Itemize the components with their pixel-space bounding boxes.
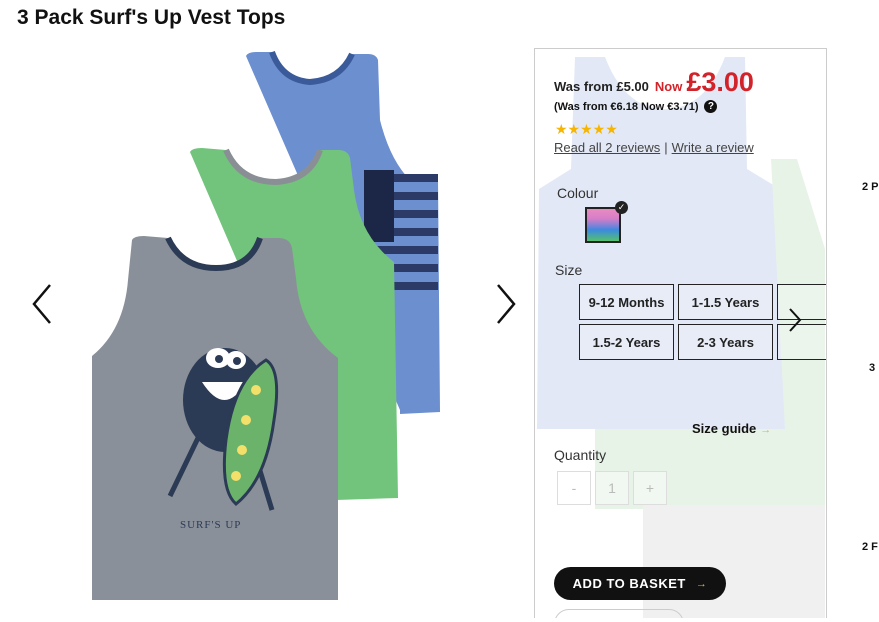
size-option-9-12-months[interactable]: 9-12 Months (579, 284, 674, 320)
arrow-right-icon: → (760, 424, 772, 436)
add-to-basket-label: ADD TO BASKET (572, 576, 686, 591)
quantity-input[interactable]: 1 (595, 471, 629, 505)
quantity-label: Quantity (554, 447, 607, 463)
size-label: Size (555, 262, 583, 278)
chevron-left-icon (32, 284, 51, 324)
write-review-link[interactable]: Write a review (672, 140, 754, 155)
price-row: Was from £5.00 Now £3.00 (554, 67, 754, 98)
size-guide-text: Size guide (692, 421, 757, 436)
edge-text-a: 2 P (862, 181, 879, 193)
product-image-gallery: SURF'S UP (20, 40, 525, 617)
quantity-stepper: - 1 + (557, 471, 667, 505)
size-option-1-1.5-years[interactable]: 1-1.5 Years (678, 284, 773, 320)
quantity-decrease-button[interactable]: - (557, 471, 591, 505)
reviews-links: Read all 2 reviews | Write a review (554, 140, 754, 155)
euro-price-row: (Was from €6.18 Now €3.71) ? (554, 100, 718, 113)
gallery-next-button[interactable] (490, 281, 520, 327)
review-separator: | (664, 140, 668, 155)
print-text: SURF'S UP (180, 519, 241, 531)
size-option-2-3-years[interactable]: 2-3 Years (678, 324, 773, 360)
arrow-right-icon: → (695, 577, 708, 590)
checkmark-icon: ✓ (615, 201, 628, 214)
colour-swatch[interactable] (585, 207, 621, 243)
chevron-right-icon (789, 308, 802, 332)
gallery-prev-button[interactable] (28, 281, 58, 327)
edge-text-b: 3 (869, 362, 876, 374)
size-guide-link[interactable]: Size guide → (692, 421, 771, 436)
product-image: SURF'S UP (92, 50, 440, 600)
euro-prices: (Was from €6.18 Now €3.71) (554, 100, 699, 113)
now-price: £3.00 (686, 67, 754, 97)
size-option-1.5-2-years[interactable]: 1.5-2 Years (579, 324, 674, 360)
edge-text-c: 2 F (862, 541, 878, 553)
page-title: 3 Pack Surf's Up Vest Tops (17, 6, 286, 29)
product-details-panel: Was from £5.00 Now £3.00 (Was from €6.18 N… (534, 48, 827, 618)
read-reviews-link[interactable]: Read all 2 reviews (554, 140, 660, 155)
colour-label: Colour (557, 185, 599, 201)
add-to-basket-button[interactable]: ADD TO BASKET → (554, 567, 726, 600)
chevron-right-icon (497, 284, 516, 324)
was-price: Was from £5.00 (554, 79, 649, 94)
now-label: Now (654, 79, 683, 94)
help-icon[interactable]: ? (704, 100, 718, 113)
rating-stars: ★★★★★ (555, 121, 618, 137)
quantity-increase-button[interactable]: + (633, 471, 667, 505)
size-scroll-next-button[interactable] (785, 305, 805, 335)
